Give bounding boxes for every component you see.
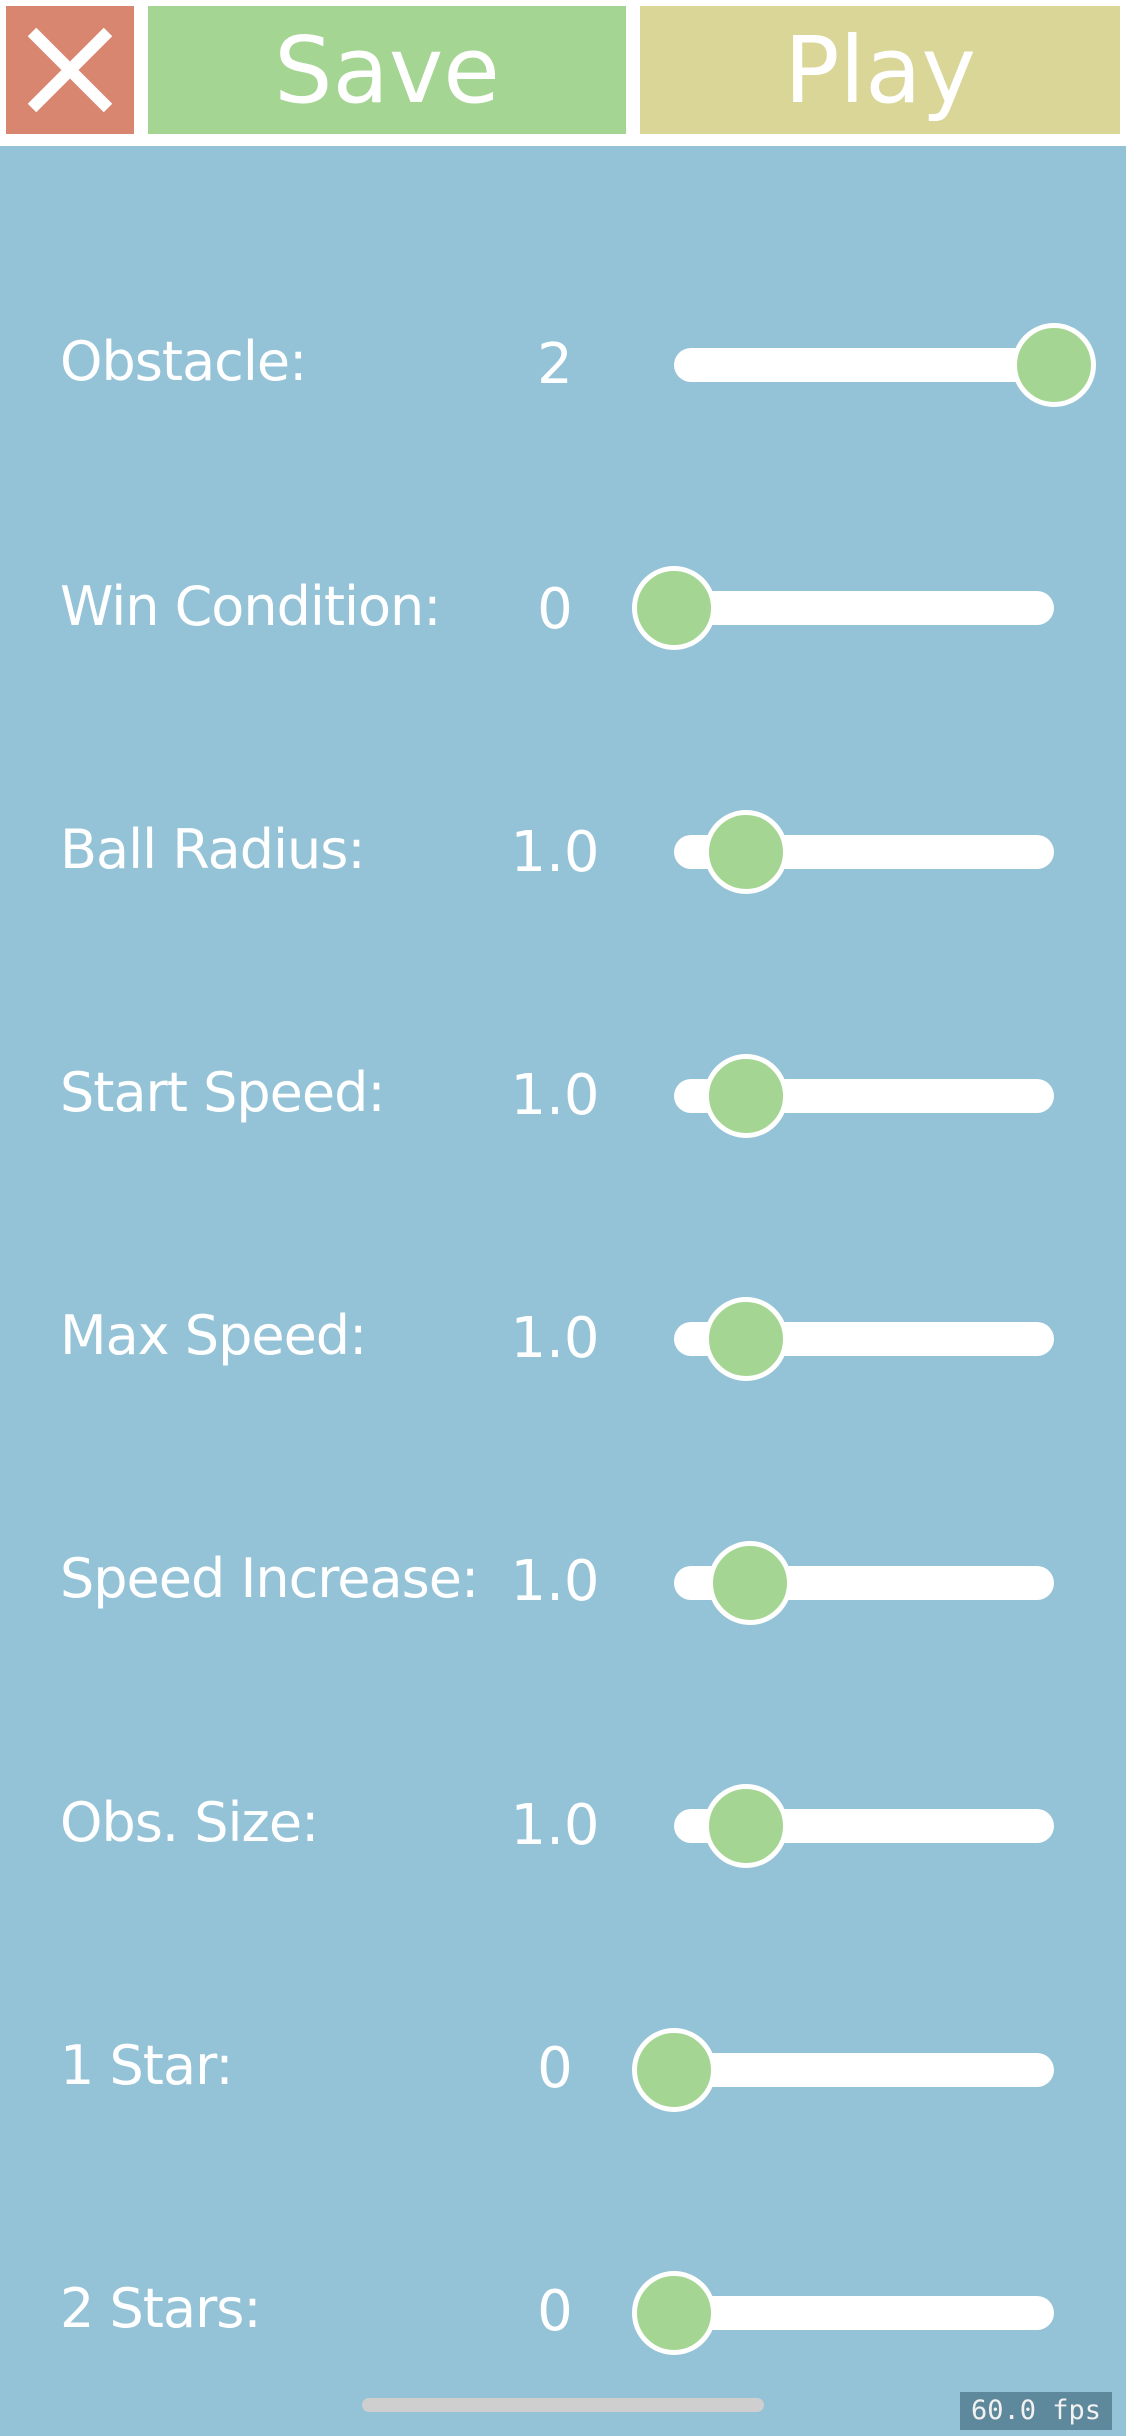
slider-knob[interactable] — [1012, 323, 1096, 407]
ball-radius-slider[interactable] — [674, 810, 1054, 894]
slider-knob[interactable] — [704, 1784, 789, 1868]
2-stars-slider[interactable] — [632, 2271, 1054, 2355]
save-button[interactable]: Save — [148, 6, 626, 134]
setting-label: Win Condition: — [60, 575, 441, 638]
slider-knob[interactable] — [632, 2028, 716, 2112]
slider-knob[interactable] — [632, 566, 716, 650]
close-button[interactable] — [6, 6, 134, 134]
setting-value: 1.0 — [510, 820, 600, 885]
play-button-label: Play — [784, 16, 976, 124]
top-toolbar: Save Play — [0, 0, 1126, 146]
play-button[interactable]: Play — [640, 6, 1120, 134]
slider-knob[interactable] — [708, 1541, 792, 1625]
setting-value: 1.0 — [510, 1793, 600, 1858]
home-indicator — [362, 2398, 764, 2412]
setting-value: 1.0 — [510, 1549, 600, 1614]
start-speed-slider[interactable] — [674, 1054, 1054, 1138]
obstacle-slider[interactable] — [674, 323, 1096, 407]
close-x-icon — [27, 27, 113, 113]
slider-knob[interactable] — [632, 2271, 716, 2355]
setting-value: 0 — [537, 577, 573, 642]
setting-label: Obstacle: — [60, 330, 307, 393]
obs-size-slider[interactable] — [674, 1784, 1054, 1868]
setting-value: 0 — [537, 2036, 573, 2101]
speed-increase-slider[interactable] — [674, 1541, 1054, 1625]
win-condition-slider[interactable] — [632, 566, 1054, 650]
setting-label: Ball Radius: — [60, 818, 366, 881]
setting-value: 1.0 — [510, 1306, 600, 1371]
setting-value: 2 — [537, 332, 573, 397]
setting-label: Speed Increase: — [60, 1547, 479, 1610]
slider-knob[interactable] — [704, 1297, 789, 1381]
max-speed-slider[interactable] — [674, 1297, 1054, 1381]
1-star-slider[interactable] — [632, 2028, 1054, 2112]
fps-counter: 60.0 fps — [960, 2392, 1112, 2430]
setting-label: Obs. Size: — [60, 1791, 319, 1854]
save-button-label: Save — [274, 16, 500, 124]
setting-value: 0 — [537, 2279, 573, 2344]
setting-value: 1.0 — [510, 1063, 600, 1128]
slider-knob[interactable] — [704, 810, 789, 894]
setting-label: Max Speed: — [60, 1304, 367, 1367]
slider-knob[interactable] — [704, 1054, 789, 1138]
setting-label: Start Speed: — [60, 1061, 386, 1124]
setting-label: 2 Stars: — [60, 2277, 262, 2340]
setting-label: 1 Star: — [60, 2034, 234, 2097]
